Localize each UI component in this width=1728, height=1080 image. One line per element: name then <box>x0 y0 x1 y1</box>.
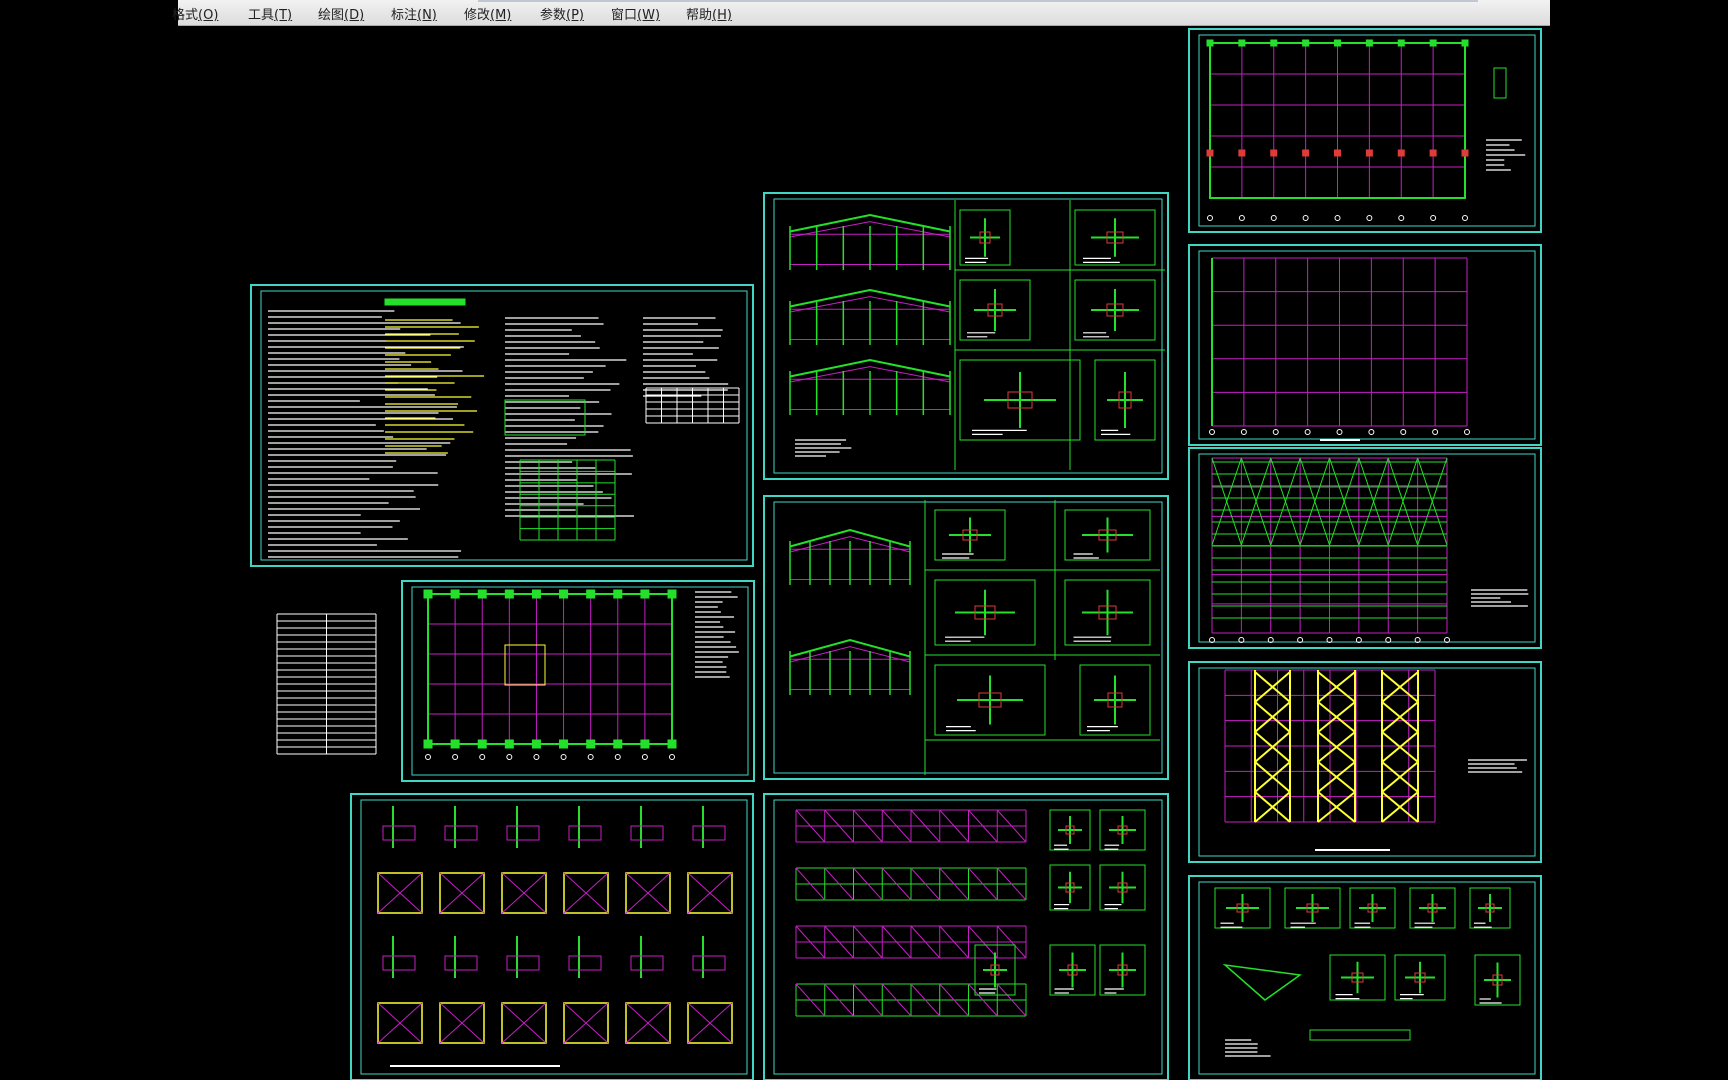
menu-modify-key: (M) <box>490 8 512 23</box>
menu-window[interactable]: 窗口(W) <box>611 4 660 23</box>
sheet-foundation-plan[interactable] <box>401 580 755 782</box>
menu-help-key: (H) <box>712 8 732 23</box>
menu-format-key: (O) <box>198 8 219 23</box>
drawing-canvas[interactable] <box>0 26 1728 1080</box>
sheet-footing-details[interactable] <box>350 793 754 1080</box>
menu-format[interactable]: 格式(O) <box>172 4 218 23</box>
menu-modify-label: 修改 <box>464 8 491 23</box>
menu-help-label: 帮助 <box>686 8 713 23</box>
menu-draw-key: (D) <box>344 8 365 23</box>
menu-parameters[interactable]: 参数(P) <box>540 4 584 23</box>
menu-window-key: (W) <box>637 8 661 23</box>
sheet-frame-elevations-1[interactable] <box>763 192 1169 480</box>
menu-parameters-label: 参数 <box>540 8 567 23</box>
sheet-general-notes[interactable] <box>250 284 754 567</box>
sheet-node-details[interactable] <box>1188 875 1542 1080</box>
menu-format-label: 格式 <box>172 8 199 23</box>
menu-tools-label: 工具 <box>248 8 275 23</box>
sheet-roof-beam-plan[interactable] <box>1188 244 1542 446</box>
sheet-column-bracing[interactable] <box>1188 661 1542 863</box>
menu-window-label: 窗口 <box>611 8 638 23</box>
drawing-index-table[interactable] <box>276 613 377 755</box>
menu-tools[interactable]: 工具(T) <box>248 4 292 23</box>
sheet-column-layout-plan[interactable] <box>1188 28 1542 233</box>
drawing-sheets[interactable] <box>0 26 1728 1080</box>
menu-bar: 格式(O) 工具(T) 绘图(D) 标注(N) 修改(M) 参数(P) 窗口(W… <box>172 0 1550 26</box>
title-bar-edge <box>478 0 1478 2</box>
menu-draw-label: 绘图 <box>318 8 345 23</box>
menu-dimension-label: 标注 <box>391 8 418 23</box>
menu-dimension[interactable]: 标注(N) <box>391 4 437 23</box>
sheet-frame-elevations-2[interactable] <box>763 495 1169 780</box>
menu-help[interactable]: 帮助(H) <box>686 4 732 23</box>
menu-modify[interactable]: 修改(M) <box>464 4 511 23</box>
menu-tools-key: (T) <box>274 8 293 23</box>
menu-parameters-key: (P) <box>566 8 584 23</box>
sheet-wall-elevations[interactable] <box>763 793 1169 1080</box>
sheet-roof-bracing-plan[interactable] <box>1188 447 1542 649</box>
menu-dimension-key: (N) <box>417 8 437 23</box>
menu-draw[interactable]: 绘图(D) <box>318 4 364 23</box>
